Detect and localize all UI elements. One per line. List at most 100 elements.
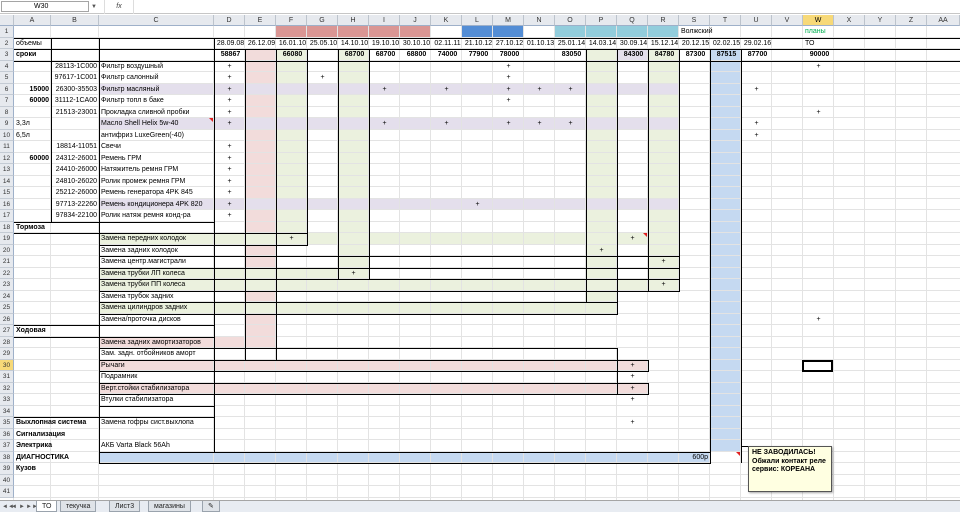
cell-c29[interactable]: Зам. задн. отбойников аморт [99, 348, 214, 360]
row-header-18[interactable]: 18 [0, 221, 14, 233]
mark-k6[interactable]: + [431, 84, 462, 96]
column-header-u[interactable]: U [741, 15, 772, 26]
cell-j2[interactable]: 30.10.10 [400, 38, 431, 50]
cell-a12[interactable]: 60000 [14, 153, 51, 165]
cell-o3[interactable]: 83050 [555, 49, 586, 61]
cell-b4[interactable]: 28113-1C000 [51, 61, 99, 73]
cell-c15[interactable]: Ремень генератора 4PK 845 [99, 187, 214, 199]
cell-b8[interactable]: 21513-23001 [51, 107, 99, 119]
cell-b7[interactable]: 31112-1CA00 [51, 95, 99, 107]
row-header-16[interactable]: 16 [0, 198, 14, 210]
cell-a10[interactable]: 6,5л [14, 130, 51, 142]
mark-f19[interactable]: + [276, 233, 307, 245]
select-all-corner[interactable] [0, 15, 14, 26]
row-header-1[interactable]: 1 [0, 26, 14, 38]
cell-u3[interactable]: 87700 [741, 49, 772, 61]
row-header-31[interactable]: 31 [0, 371, 14, 383]
column-header-v[interactable]: V [772, 15, 803, 26]
mark-m5[interactable]: + [493, 72, 524, 84]
mark-d17[interactable]: + [214, 210, 245, 222]
cell-c30[interactable]: Рычаги [99, 360, 214, 372]
cell-b17[interactable]: 97834-22100 [51, 210, 99, 222]
row-header-30[interactable]: 30 [0, 359, 14, 371]
cell-m2[interactable]: 27.10.12 [493, 38, 524, 50]
column-header-d[interactable]: D [214, 15, 245, 26]
row-header-35[interactable]: 35 [0, 417, 14, 429]
cell-d3[interactable]: 58867 [214, 49, 245, 61]
cell-c25[interactable]: Замена цилиндров задних [99, 302, 214, 314]
row-header-25[interactable]: 25 [0, 302, 14, 314]
cell-t2[interactable]: 02.02.15 [710, 38, 741, 50]
column-header-w[interactable]: W [803, 15, 834, 26]
cell-u2[interactable]: 29.02.16 [741, 38, 772, 50]
spreadsheet-grid[interactable]: A B C D E F G H I J K L M N O P Q R S T U V W X Y Z AA 1 2 3 4 5 6 7 8 9 10 1… [0, 0, 960, 512]
mark-u9[interactable]: + [741, 118, 772, 130]
mark-o6[interactable]: + [555, 84, 586, 96]
cell-c16[interactable]: Ремень кондиционера 4PK 820 [99, 199, 214, 211]
cell-l3[interactable]: 77900 [462, 49, 493, 61]
cell-l2[interactable]: 21.10.12 [462, 38, 493, 50]
row-header-12[interactable]: 12 [0, 152, 14, 164]
cell-b13[interactable]: 24410-26000 [51, 164, 99, 176]
cell-b15[interactable]: 25212-26000 [51, 187, 99, 199]
cell-a39[interactable]: Кузов [14, 463, 99, 475]
mark-u10[interactable]: + [741, 130, 772, 142]
cell-c12[interactable]: Ремень ГРМ [99, 153, 214, 165]
cell-a35[interactable]: Выхлопная система [14, 417, 99, 429]
cell-p2[interactable]: 14.03.14 [586, 38, 617, 50]
row-header-37[interactable]: 37 [0, 440, 14, 452]
mark-o9[interactable]: + [555, 118, 586, 130]
column-header-z[interactable]: Z [896, 15, 927, 26]
mark-q32[interactable]: + [617, 383, 648, 395]
cell-c7[interactable]: Фильтр топл в баке [99, 95, 214, 107]
row-header-40[interactable]: 40 [0, 474, 14, 486]
cell-b12[interactable]: 24312-26001 [51, 153, 99, 165]
mark-w26[interactable]: + [803, 314, 834, 326]
mark-q30[interactable]: + [617, 360, 648, 372]
mark-k9[interactable]: + [431, 118, 462, 130]
row-header-6[interactable]: 6 [0, 83, 14, 95]
cell-s2[interactable]: 20.12.15 [679, 38, 710, 50]
column-header-r[interactable]: R [648, 15, 679, 26]
cell-c33[interactable]: Втулки стабилизатора [99, 394, 214, 406]
mark-u6[interactable]: + [741, 84, 772, 96]
cell-g2[interactable]: 25.05.10 [307, 38, 338, 50]
mark-m9[interactable]: + [493, 118, 524, 130]
mark-d7[interactable]: + [214, 95, 245, 107]
cell-c20[interactable]: Замена задних колодок [99, 245, 214, 257]
cell-r2[interactable]: 15.12.14 [648, 38, 679, 50]
cell-c8[interactable]: Прокладка сливной пробки [99, 107, 214, 119]
row-header-29[interactable]: 29 [0, 348, 14, 360]
cell-c21[interactable]: Замена центр.магистрали [99, 256, 214, 268]
row-header-15[interactable]: 15 [0, 187, 14, 199]
mark-d6[interactable]: + [214, 84, 245, 96]
mark-m6[interactable]: + [493, 84, 524, 96]
cell-a3[interactable]: сроки [14, 49, 51, 61]
cell-k2[interactable]: 02.11.11 [431, 38, 462, 50]
cell-s1[interactable]: Волжский [679, 26, 741, 38]
cell-w1[interactable]: планы [803, 26, 834, 38]
row-header-41[interactable]: 41 [0, 486, 14, 498]
cell-c14[interactable]: Ролик промеж ремня ГРМ [99, 176, 214, 188]
mark-q35[interactable]: + [617, 417, 648, 429]
column-header-l[interactable]: L [462, 15, 493, 26]
cell-h3[interactable]: 68700 [338, 49, 369, 61]
column-header-e[interactable]: E [245, 15, 276, 26]
mark-d9[interactable]: + [214, 118, 245, 130]
mark-n9[interactable]: + [524, 118, 555, 130]
column-header-o[interactable]: O [555, 15, 586, 26]
column-header-k[interactable]: K [431, 15, 462, 26]
mark-d4[interactable]: + [214, 61, 245, 73]
column-header-n[interactable]: N [524, 15, 555, 26]
row-header-23[interactable]: 23 [0, 279, 14, 291]
cell-b14[interactable]: 24810-26020 [51, 176, 99, 188]
cell-a2[interactable]: объемы [14, 38, 51, 50]
mark-d12[interactable]: + [214, 153, 245, 165]
cell-c17[interactable]: Ролик натяж ремня конд-ра [99, 210, 214, 222]
row-header-5[interactable]: 5 [0, 72, 14, 84]
row-header-24[interactable]: 24 [0, 290, 14, 302]
sheet-tab-1[interactable]: ТО [36, 501, 58, 512]
cell-c37[interactable]: АКБ Varta Black 56Ah [99, 440, 710, 452]
row-header-2[interactable]: 2 [0, 37, 14, 49]
cell-c19[interactable]: Замена передних колодок [99, 233, 214, 245]
